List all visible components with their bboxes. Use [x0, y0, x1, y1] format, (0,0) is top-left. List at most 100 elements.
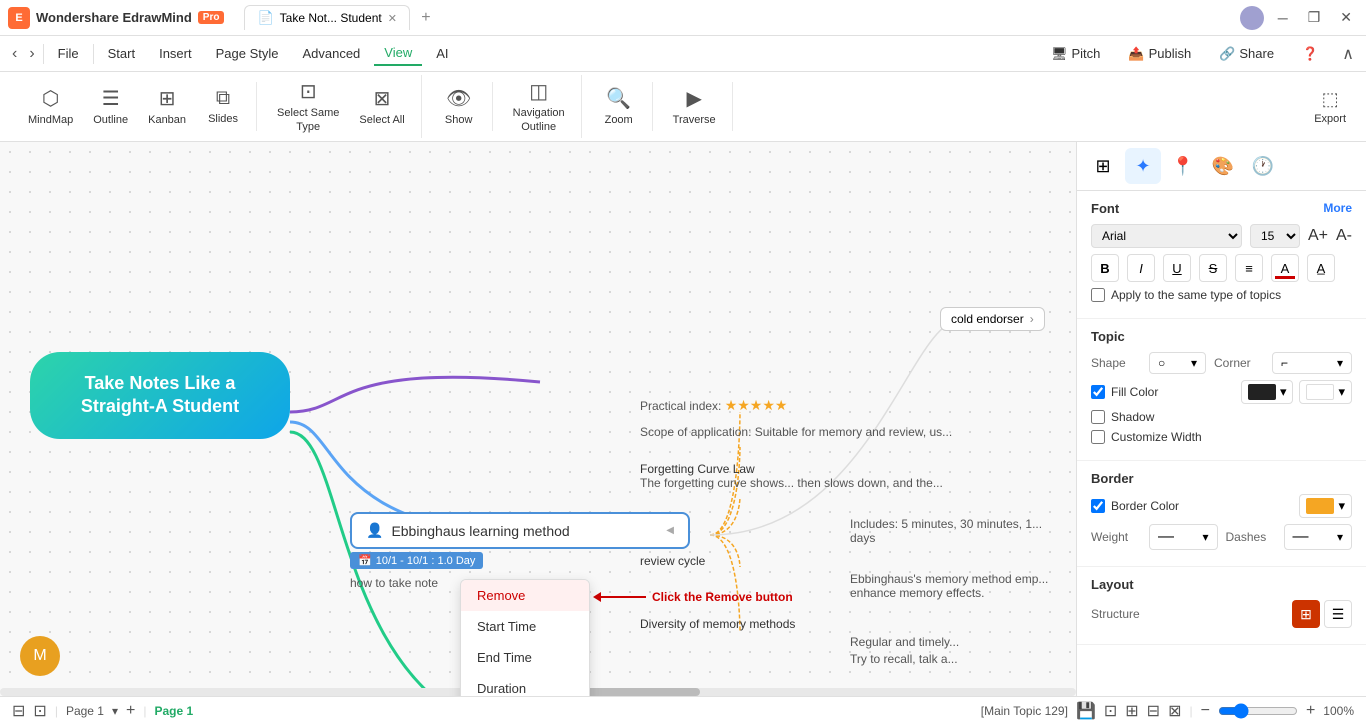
- collapse-button[interactable]: ∧: [1338, 42, 1358, 66]
- slides-label: Slides: [208, 113, 238, 126]
- font-increase-btn[interactable]: A+: [1308, 227, 1328, 245]
- main-node[interactable]: Take Notes Like a Straight-A Student: [30, 352, 290, 439]
- corner-label: Corner: [1214, 356, 1264, 370]
- minimize-button[interactable]: ─: [1272, 8, 1294, 28]
- close-button[interactable]: ✕: [1334, 7, 1358, 28]
- logo-icon: E: [8, 7, 30, 29]
- view-toggle-icon[interactable]: ⊟: [12, 701, 25, 721]
- corner-select[interactable]: ⌐ ▾: [1272, 352, 1352, 374]
- weight-select[interactable]: — ▾: [1149, 524, 1218, 550]
- fill-color-checkbox[interactable]: [1091, 385, 1105, 399]
- fit-icon[interactable]: ⊞: [1125, 701, 1138, 721]
- nav-back[interactable]: ‹: [8, 43, 21, 65]
- traverse-btn[interactable]: ▶ Traverse: [665, 82, 724, 131]
- traverse-group: ▶ Traverse: [657, 82, 733, 131]
- avatar: [1240, 6, 1264, 30]
- panel-tab-location[interactable]: 📍: [1165, 148, 1201, 184]
- zoom-out-btn[interactable]: −: [1201, 702, 1210, 720]
- app-name: Wondershare EdrawMind: [36, 10, 192, 25]
- menu-start[interactable]: Start: [98, 42, 145, 65]
- apply-same-checkbox[interactable]: [1091, 288, 1105, 302]
- italic-btn[interactable]: I: [1127, 254, 1155, 282]
- help-button[interactable]: ❓: [1294, 42, 1326, 66]
- bold-btn[interactable]: B: [1091, 254, 1119, 282]
- canvas[interactable]: cold endorser › Take Notes Like a Straig…: [0, 142, 1076, 696]
- panel-tab-style[interactable]: ✦: [1125, 148, 1161, 184]
- context-menu-end-time[interactable]: End Time: [461, 642, 589, 673]
- page-dropdown[interactable]: ▾: [112, 704, 118, 718]
- panel-toggle-icon[interactable]: ⊡: [33, 701, 46, 721]
- context-menu-start-time[interactable]: Start Time: [461, 611, 589, 642]
- arrow-line: [596, 596, 646, 598]
- zoom-btn[interactable]: 🔍 Zoom: [594, 82, 644, 131]
- outline-btn[interactable]: ☰ Outline: [85, 82, 136, 131]
- shape-select[interactable]: ○ ▾: [1149, 352, 1206, 374]
- select-same-type-btn[interactable]: ⊡ Select SameType: [269, 75, 347, 137]
- right-panel: ⊞ ✦ 📍 🎨 🕐 Font More Arial 15 A+ A-: [1076, 142, 1366, 696]
- context-menu-duration[interactable]: Duration: [461, 673, 589, 696]
- panel-tab-layout[interactable]: ⊞: [1085, 148, 1121, 184]
- select-all-btn[interactable]: ⊠ Select All: [351, 75, 412, 137]
- topic-collapse[interactable]: ◀: [666, 525, 674, 536]
- tab-active[interactable]: 📄 Take Not... Student ✕: [244, 5, 409, 30]
- dashes-select[interactable]: — ▾: [1284, 524, 1353, 550]
- topic-node[interactable]: 👤 Ebbinghaus learning method ◀: [350, 512, 690, 549]
- kanban-btn[interactable]: ⊞ Kanban: [140, 82, 194, 131]
- font-size-select[interactable]: 15: [1250, 224, 1300, 248]
- select-all-icon: ⊠: [374, 86, 391, 111]
- mindmap-btn[interactable]: ⬡ MindMap: [20, 82, 81, 131]
- annotation-text: Click the Remove button: [652, 590, 793, 604]
- font-family-select[interactable]: Arial: [1091, 224, 1242, 248]
- menu-insert[interactable]: Insert: [149, 42, 202, 65]
- grid-icon[interactable]: ⊡: [1104, 701, 1117, 721]
- font-color-btn[interactable]: A: [1271, 254, 1299, 282]
- toolbar: ⬡ MindMap ☰ Outline ⊞ Kanban ⧉ Slides ⊡ …: [0, 72, 1366, 142]
- menu-view[interactable]: View: [374, 41, 422, 66]
- share-button[interactable]: 🔗 Share: [1211, 42, 1282, 66]
- export-btn[interactable]: ⬚ Export: [1306, 85, 1354, 129]
- maximize-button[interactable]: ❐: [1302, 7, 1327, 28]
- tab-close[interactable]: ✕: [388, 12, 397, 25]
- menu-file[interactable]: File: [48, 42, 89, 65]
- topic-icon: 👤: [366, 522, 383, 539]
- zoom-slider[interactable]: [1218, 703, 1298, 719]
- zoom-in-btn[interactable]: +: [1306, 702, 1315, 720]
- shadow-checkbox[interactable]: [1091, 410, 1105, 424]
- save-icon[interactable]: 💾: [1076, 701, 1096, 721]
- border-color-checkbox[interactable]: [1091, 499, 1105, 513]
- nav-forward[interactable]: ›: [25, 43, 38, 65]
- structure-btn-2[interactable]: ☰: [1324, 600, 1352, 628]
- fullscreen-icon[interactable]: ⊠: [1168, 701, 1181, 721]
- menu-advanced[interactable]: Advanced: [292, 42, 370, 65]
- font-section: Font More Arial 15 A+ A- B I U S ≡: [1077, 191, 1366, 319]
- context-menu: Remove Start Time End Time Duration: [460, 579, 590, 696]
- border-color-swatch[interactable]: ▾: [1299, 494, 1352, 518]
- expand-icon[interactable]: ⊟: [1147, 701, 1160, 721]
- traverse-label: Traverse: [673, 114, 716, 127]
- dashes-label: Dashes: [1226, 530, 1276, 544]
- fill-color-swatch[interactable]: ▾: [1241, 380, 1294, 404]
- align-btn[interactable]: ≡: [1235, 254, 1263, 282]
- font-highlight-btn[interactable]: A̲: [1307, 254, 1335, 282]
- slides-btn[interactable]: ⧉ Slides: [198, 82, 248, 131]
- font-more[interactable]: More: [1323, 201, 1352, 216]
- publish-button[interactable]: 📤 Publish: [1120, 42, 1199, 66]
- strikethrough-btn[interactable]: S: [1199, 254, 1227, 282]
- menu-ai[interactable]: AI: [426, 42, 458, 65]
- pitch-button[interactable]: 🖥 cold endorser Pitch: [1043, 42, 1108, 66]
- add-page-btn[interactable]: +: [126, 702, 135, 720]
- context-menu-remove[interactable]: Remove: [461, 580, 589, 611]
- customize-width-row: Customize Width: [1091, 430, 1352, 444]
- panel-tab-theme[interactable]: 🎨: [1205, 148, 1241, 184]
- show-btn[interactable]: 👁 Show: [434, 82, 484, 131]
- tab-add[interactable]: +: [414, 6, 438, 30]
- panel-tab-clock[interactable]: 🕐: [1245, 148, 1281, 184]
- structure-btn-1[interactable]: ⊞: [1292, 600, 1320, 628]
- menu-page-style[interactable]: Page Style: [206, 42, 289, 65]
- nav-outline-btn[interactable]: ◫ NavigationOutline: [505, 75, 573, 137]
- info-forgetting: Forgetting Curve Law The forgetting curv…: [640, 462, 943, 490]
- customize-width-checkbox[interactable]: [1091, 430, 1105, 444]
- fill-secondary-swatch[interactable]: ▾: [1299, 380, 1352, 404]
- font-decrease-btn[interactable]: A-: [1336, 227, 1352, 245]
- underline-btn[interactable]: U: [1163, 254, 1191, 282]
